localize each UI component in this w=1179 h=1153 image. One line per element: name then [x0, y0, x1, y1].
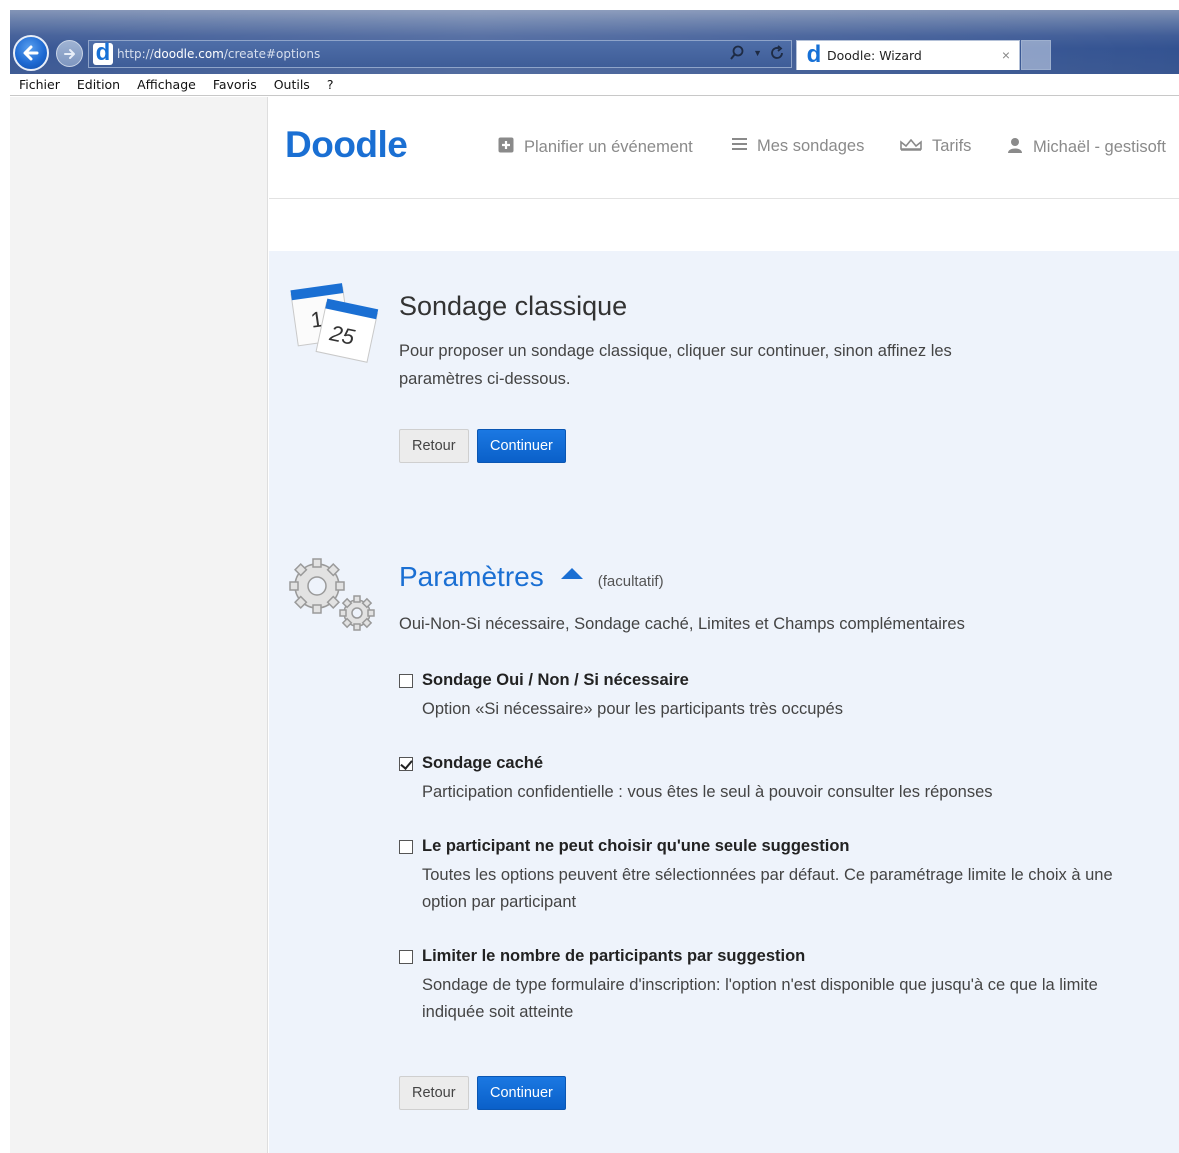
- back-button-top[interactable]: Retour: [399, 429, 469, 463]
- back-button[interactable]: [13, 35, 49, 71]
- menu-help[interactable]: ?: [327, 77, 334, 92]
- checkbox-single-choice[interactable]: [399, 839, 413, 854]
- url-text[interactable]: http://doodle.com/create#options: [117, 47, 320, 61]
- back-arrow-icon: [23, 45, 39, 61]
- option-description: Option «Si nécessaire» pour les particip…: [422, 700, 843, 718]
- option-label[interactable]: Sondage Oui / Non / Si nécessaire: [422, 671, 689, 690]
- user-icon: [1007, 137, 1023, 158]
- nav-my-polls[interactable]: Mes sondages: [732, 137, 864, 156]
- checkbox-hidden-poll[interactable]: [399, 756, 413, 771]
- list-icon: [732, 137, 747, 156]
- checkbox-limit-participants[interactable]: [399, 949, 413, 964]
- tab-title: Doodle: Wizard: [827, 48, 922, 63]
- plus-square-icon: [498, 137, 514, 158]
- nav-plan-event[interactable]: Planifier un événement: [498, 137, 693, 158]
- gears-icon: [285, 556, 380, 636]
- settings-optional: (facultatif): [597, 573, 664, 590]
- tab-favicon: d: [804, 43, 824, 67]
- option-label[interactable]: Limiter le nombre de participants par su…: [422, 947, 805, 966]
- main-content: 1 25 Sondage classique Pour proposer un …: [269, 251, 1179, 1153]
- left-panel: [10, 97, 268, 1153]
- settings-heading[interactable]: Paramètres (facultatif): [399, 561, 664, 593]
- forward-arrow-icon: [63, 48, 75, 59]
- option-description: Toutes les options peuvent être sélectio…: [422, 866, 1113, 911]
- site-header: Doodle Planifier un événement Mes sondag…: [269, 97, 1179, 199]
- option-label[interactable]: Le participant ne peut choisir qu'une se…: [422, 837, 850, 856]
- option-single-choice: Le participant ne peut choisir qu'une se…: [399, 837, 1159, 916]
- doodle-logo[interactable]: Doodle: [285, 124, 408, 166]
- classic-title: Sondage classique: [399, 291, 628, 321]
- menu-fichier[interactable]: Fichier: [19, 77, 60, 92]
- collapse-triangle-icon[interactable]: [560, 568, 583, 579]
- site-favicon: d: [93, 41, 113, 65]
- menu-favoris[interactable]: Favoris: [213, 77, 257, 92]
- checkbox-yes-no-ifneeded[interactable]: [399, 673, 413, 688]
- calendar-icon: 1 25: [287, 281, 379, 363]
- menu-bar: Fichier Edition Affichage Favoris Outils…: [10, 74, 1179, 96]
- search-icon[interactable]: [729, 45, 745, 64]
- dropdown-icon[interactable]: ▼: [753, 48, 762, 64]
- nav-user[interactable]: Michaël - gestisoft: [1007, 137, 1166, 158]
- tab-close-icon[interactable]: ×: [1002, 47, 1010, 63]
- menu-affichage[interactable]: Affichage: [137, 77, 196, 92]
- option-limit-participants: Limiter le nombre de participants par su…: [399, 947, 1159, 1026]
- option-label[interactable]: Sondage caché: [422, 754, 543, 773]
- settings-title: Paramètres: [399, 561, 544, 592]
- forward-button[interactable]: [56, 40, 83, 67]
- option-description: Sondage de type formulaire d'inscription…: [422, 976, 1098, 1021]
- back-button-bottom[interactable]: Retour: [399, 1076, 469, 1110]
- option-hidden-poll: Sondage caché Participation confidentiel…: [399, 754, 1159, 806]
- option-yes-no-ifneeded: Sondage Oui / Non / Si nécessaire Option…: [399, 671, 1159, 723]
- crown-icon: [900, 137, 922, 156]
- option-description: Participation confidentielle : vous êtes…: [422, 783, 993, 801]
- menu-outils[interactable]: Outils: [274, 77, 310, 92]
- address-bar[interactable]: d http://doodle.com/create#options ▼: [88, 40, 792, 68]
- settings-subtitle: Oui-Non-Si nécessaire, Sondage caché, Li…: [399, 615, 965, 633]
- continue-button-bottom[interactable]: Continuer: [477, 1076, 566, 1110]
- classic-description: Pour proposer un sondage classique, cliq…: [399, 342, 952, 388]
- new-tab-button[interactable]: [1021, 40, 1051, 70]
- menu-edition[interactable]: Edition: [77, 77, 120, 92]
- continue-button-top[interactable]: Continuer: [477, 429, 566, 463]
- tab-doodle-wizard[interactable]: d Doodle: Wizard ×: [796, 40, 1020, 70]
- nav-pricing[interactable]: Tarifs: [900, 137, 971, 156]
- refresh-icon[interactable]: [770, 45, 785, 64]
- header-spacer: [269, 200, 1179, 251]
